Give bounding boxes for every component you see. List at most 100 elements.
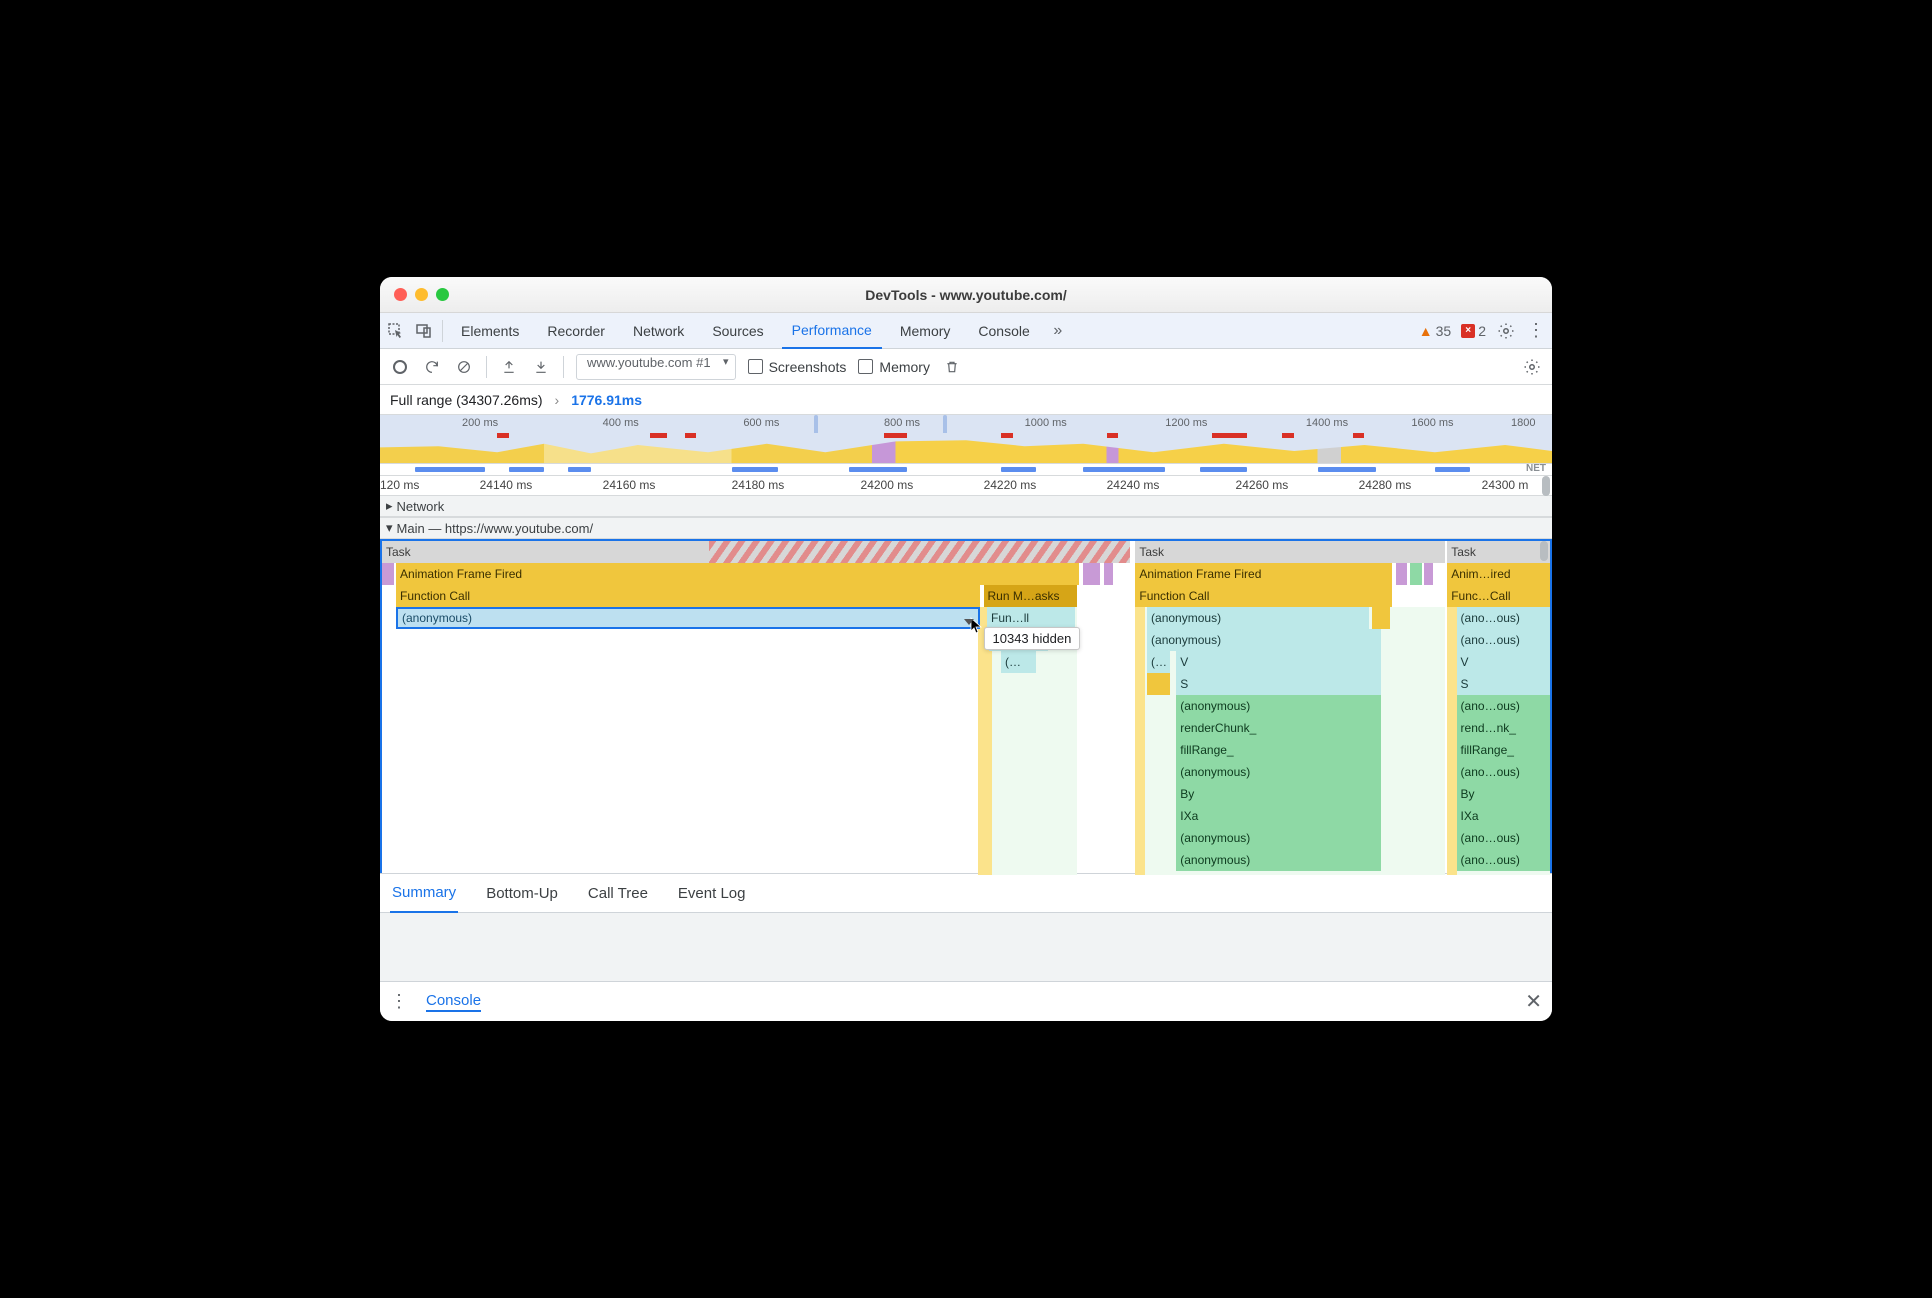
flame-entry[interactable]: (ano…ous) <box>1457 695 1550 717</box>
tab-console[interactable]: Console <box>968 313 1039 349</box>
flame-entry[interactable]: By <box>1176 783 1380 805</box>
flame-entry[interactable]: fillRange_ <box>1176 739 1380 761</box>
tab-memory[interactable]: Memory <box>890 313 961 349</box>
flame-entry[interactable]: IXa <box>1457 805 1550 827</box>
settings-icon[interactable] <box>1496 321 1516 341</box>
flame-task-warn[interactable] <box>709 541 1129 563</box>
flame-entry[interactable]: (… <box>1001 651 1036 673</box>
upload-button[interactable] <box>499 357 519 377</box>
device-toggle-icon[interactable] <box>414 321 434 341</box>
download-button[interactable] <box>531 357 551 377</box>
y-band <box>1447 585 1456 875</box>
flame-animation-frame[interactable]: Anim…ired <box>1447 563 1550 585</box>
checkbox-icon <box>858 359 873 374</box>
tab-elements[interactable]: Elements <box>451 313 529 349</box>
inspect-icon[interactable] <box>386 321 406 341</box>
tab-recorder[interactable]: Recorder <box>537 313 615 349</box>
overview-tick: 600 ms <box>743 417 779 429</box>
flame-entry[interactable]: (anonymous) <box>1147 629 1381 651</box>
errors-badge[interactable]: × 2 <box>1461 323 1486 339</box>
flame-entry[interactable]: rend…nk_ <box>1457 717 1550 739</box>
collect-garbage-button[interactable] <box>942 357 962 377</box>
tab-call-tree[interactable]: Call Tree <box>586 873 650 913</box>
flame-entry[interactable]: (anonymous) <box>1176 849 1380 871</box>
flame-entry[interactable]: Fun…ll <box>987 607 1075 629</box>
capture-settings-icon[interactable] <box>1522 357 1542 377</box>
main-track-head[interactable]: ▾ Main — https://www.youtube.com/ <box>380 517 1552 539</box>
net-bar <box>1200 467 1247 472</box>
flame-task[interactable]: Task <box>1135 541 1445 563</box>
memory-checkbox[interactable]: Memory <box>858 359 930 375</box>
flame-task[interactable]: Task <box>1447 541 1550 563</box>
flame-entry[interactable]: (ano…ous) <box>1457 761 1550 783</box>
network-track-head[interactable]: ▸ Network <box>380 496 1552 517</box>
warnings-badge[interactable]: ▲ 35 <box>1419 323 1451 339</box>
flame-entry[interactable] <box>1410 563 1422 585</box>
perf-toolbar: www.youtube.com #1 Screenshots Memory <box>380 349 1552 385</box>
flame-entry[interactable] <box>1396 563 1408 585</box>
breadcrumb-full[interactable]: Full range (34307.26ms) <box>390 392 543 408</box>
flame-entry[interactable] <box>1372 607 1390 629</box>
kebab-icon[interactable]: ⋮ <box>390 991 408 1012</box>
flame-entry[interactable]: By <box>1457 783 1550 805</box>
detail-tabs: Summary Bottom-Up Call Tree Event Log <box>380 873 1552 913</box>
tab-sources[interactable]: Sources <box>702 313 773 349</box>
flame-entry[interactable]: (anonymous) <box>1176 761 1380 783</box>
kebab-icon[interactable]: ⋮ <box>1526 321 1546 341</box>
flame-run-microtasks[interactable]: Run M…asks <box>984 585 1077 607</box>
flame-entry[interactable]: (ano…ous) <box>1457 607 1550 629</box>
clear-button[interactable] <box>454 357 474 377</box>
reload-button[interactable] <box>422 357 442 377</box>
flame-entry[interactable]: (anonymous) <box>1176 695 1380 717</box>
flame-entry[interactable] <box>382 563 394 585</box>
overview-tick: 1000 ms <box>1025 417 1067 429</box>
flame-animation-frame[interactable]: Animation Frame Fired <box>396 563 1079 585</box>
flame-entry[interactable]: (ano…ous) <box>1457 849 1550 871</box>
flame-entry[interactable]: (anonymous) <box>1147 607 1369 629</box>
tab-performance[interactable]: Performance <box>782 313 882 349</box>
flame-entry[interactable]: (ano…ous) <box>1457 827 1550 849</box>
tab-summary[interactable]: Summary <box>390 873 458 913</box>
record-button[interactable] <box>390 357 410 377</box>
flame-function-call[interactable]: Function Call <box>396 585 980 607</box>
flame-animation-frame[interactable]: Animation Frame Fired <box>1135 563 1392 585</box>
flame-entry[interactable]: IXa <box>1176 805 1380 827</box>
screenshots-checkbox[interactable]: Screenshots <box>748 359 847 375</box>
scrollbar-thumb[interactable] <box>1542 476 1550 496</box>
flame-entry[interactable]: S <box>1457 673 1550 695</box>
detail-ruler[interactable]: 120 ms 24140 ms 24160 ms 24180 ms 24200 … <box>380 476 1552 496</box>
warning-icon: ▲ <box>1419 323 1433 339</box>
flame-entry[interactable]: (… <box>1147 651 1170 673</box>
flame-entry[interactable] <box>1083 563 1101 585</box>
flame-entry[interactable]: renderChunk_ <box>1176 717 1380 739</box>
tab-network[interactable]: Network <box>623 313 694 349</box>
flame-function-call[interactable]: Function Call <box>1135 585 1392 607</box>
drawer: ⋮ Console ✕ <box>380 981 1552 1021</box>
flame-function-call[interactable]: Func…Call <box>1447 585 1550 607</box>
flame-entry[interactable]: (ano…ous) <box>1457 629 1550 651</box>
drawer-console-tab[interactable]: Console <box>426 992 481 1012</box>
net-bar <box>1001 467 1036 472</box>
flame-entry[interactable]: V <box>1176 651 1380 673</box>
timeline-overview[interactable]: 200 ms 400 ms 600 ms 800 ms 1000 ms 1200… <box>380 415 1552 476</box>
checkbox-icon <box>748 359 763 374</box>
flame-entry[interactable] <box>1424 563 1433 585</box>
flame-anonymous-selected[interactable]: (anonymous) <box>396 607 980 629</box>
close-icon[interactable]: ✕ <box>1525 989 1542 1014</box>
chevron-down-icon: ▾ <box>386 520 393 536</box>
tab-event-log[interactable]: Event Log <box>676 873 748 913</box>
breadcrumb-current[interactable]: 1776.91ms <box>571 392 642 408</box>
flame-chart[interactable]: Task Animation Frame Fired Function Call… <box>380 539 1552 873</box>
flame-entry[interactable]: (anonymous) <box>1176 827 1380 849</box>
overflow-icon[interactable]: » <box>1048 321 1068 341</box>
flame-entry[interactable] <box>1104 563 1113 585</box>
recording-select[interactable]: www.youtube.com #1 <box>576 354 736 380</box>
flame-entry[interactable]: fillRange_ <box>1457 739 1550 761</box>
flame-entry[interactable] <box>1147 673 1170 695</box>
flame-entry[interactable]: S <box>1176 673 1380 695</box>
detail-tick: 24180 ms <box>732 478 785 492</box>
flame-entry[interactable]: V <box>1457 651 1550 673</box>
hot-marker <box>1212 433 1247 438</box>
scrollbar-thumb[interactable] <box>1540 541 1548 561</box>
tab-bottom-up[interactable]: Bottom-Up <box>484 873 560 913</box>
